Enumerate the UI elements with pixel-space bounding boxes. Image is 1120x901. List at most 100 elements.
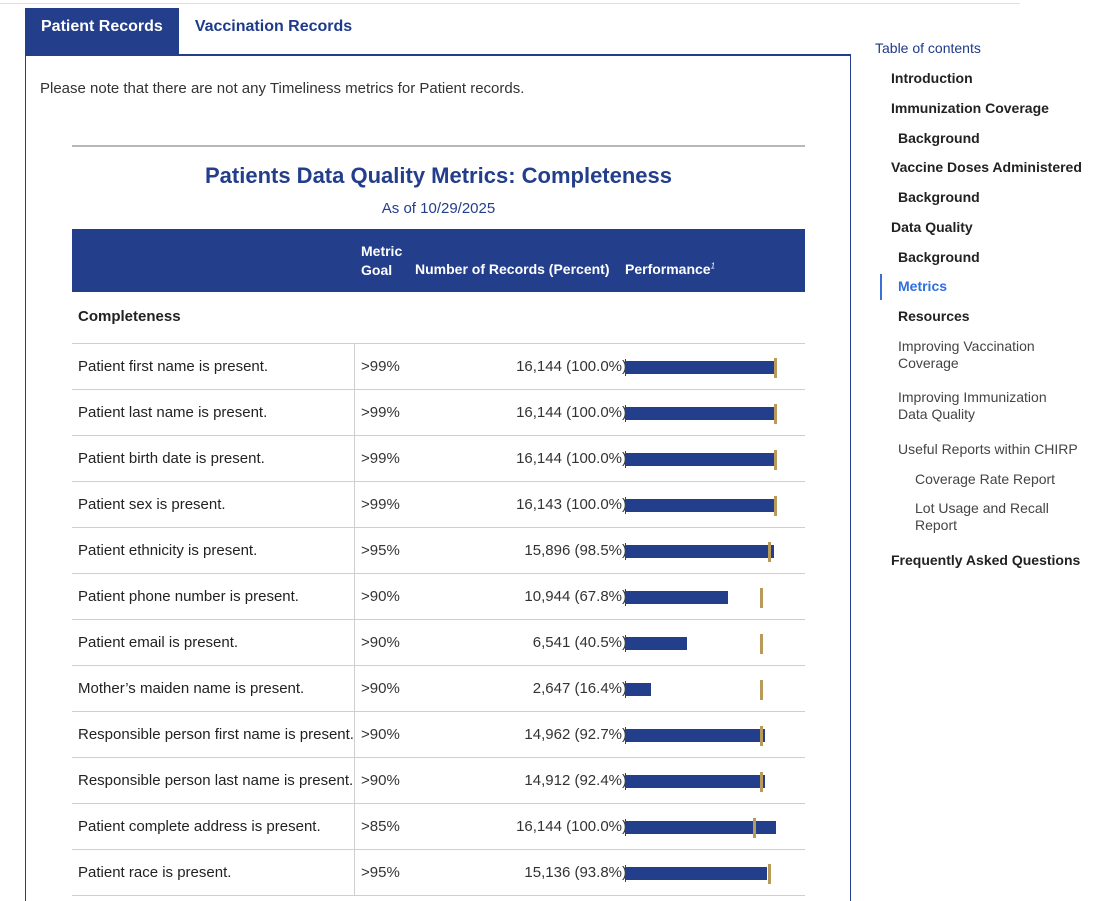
record-count: 14,912 (92.4%) bbox=[524, 772, 627, 789]
records-tabs: Patient Records Vaccination Records bbox=[25, 8, 369, 54]
table-row: Patient race is present. >95% 15,136 (93.8… bbox=[72, 850, 805, 896]
toc-item-background[interactable]: Background bbox=[898, 189, 980, 206]
performance-cell bbox=[625, 344, 795, 390]
goal-marker bbox=[773, 496, 777, 516]
goal-marker bbox=[773, 450, 777, 470]
table-row: Patient birth date is present. >99% 16,144… bbox=[72, 436, 805, 482]
record-count: 15,136 (93.8%) bbox=[524, 864, 627, 881]
metric-goal: >95% bbox=[361, 542, 400, 559]
table-row: Patient phone number is present. >90% 10,9… bbox=[72, 574, 805, 620]
metric-label: Responsible person first name is present… bbox=[72, 712, 355, 758]
performance-cell bbox=[625, 850, 795, 896]
table-row: Patient complete address is present. >85%… bbox=[72, 804, 805, 850]
performance-cell bbox=[625, 758, 795, 804]
toc-item-background[interactable]: Background bbox=[898, 249, 980, 266]
metric-label: Patient race is present. bbox=[72, 850, 355, 896]
toc-item-useful-reports-within-chirp[interactable]: Useful Reports within CHIRP bbox=[898, 441, 1078, 458]
metric-label: Patient last name is present. bbox=[72, 390, 355, 436]
table-body: Patient first name is present. >99% 16,144… bbox=[72, 344, 805, 896]
metric-label: Patient sex is present. bbox=[72, 482, 355, 528]
toc-item-improving-immunization-data-quality[interactable]: Improving Immunization Data Quality bbox=[898, 389, 1058, 423]
table-title: Patients Data Quality Metrics: Completen… bbox=[204, 163, 673, 188]
table-row: Responsible person first name is present… bbox=[72, 712, 805, 758]
table-row: Mother’s maiden name is present. >90% 2,64… bbox=[72, 666, 805, 712]
table-row: Patient sex is present. >99% 16,143 (100.0… bbox=[72, 482, 805, 528]
performance-bar bbox=[626, 499, 776, 512]
record-count: 16,144 (100.0%) bbox=[516, 404, 627, 421]
toc-item-vaccine-doses-administered[interactable]: Vaccine Doses Administered bbox=[891, 159, 1082, 176]
section-completeness: Completeness bbox=[72, 292, 805, 344]
record-count: 16,144 (100.0%) bbox=[516, 818, 627, 835]
toc-item-resources[interactable]: Resources bbox=[898, 308, 970, 325]
table-top-rule bbox=[72, 145, 805, 147]
toc-item-improving-vaccination-coverage[interactable]: Improving Vaccination Coverage bbox=[898, 338, 1058, 372]
goal-marker bbox=[767, 542, 771, 562]
header-performance-label: Performance bbox=[625, 261, 711, 277]
metric-goal: >99% bbox=[361, 358, 400, 375]
performance-bar bbox=[626, 775, 765, 788]
metric-goal: >85% bbox=[361, 818, 400, 835]
performance-cell bbox=[625, 574, 795, 620]
metric-goal: >90% bbox=[361, 588, 400, 605]
toc-item-coverage-rate-report[interactable]: Coverage Rate Report bbox=[915, 471, 1055, 488]
performance-bar bbox=[626, 729, 766, 742]
table-subtitle: As of 10/29/2025 bbox=[381, 200, 496, 217]
toc-title: Table of contents bbox=[875, 40, 981, 56]
metric-goal: >95% bbox=[361, 864, 400, 881]
metrics-table: Patients Data Quality Metrics: Completen… bbox=[72, 145, 805, 896]
metric-label: Patient first name is present. bbox=[72, 344, 355, 390]
tab-patient-records[interactable]: Patient Records bbox=[25, 8, 179, 54]
toc-item-metrics[interactable]: Metrics bbox=[898, 278, 947, 295]
performance-bar bbox=[626, 637, 687, 650]
performance-bar bbox=[626, 453, 776, 466]
header-metric-goal-line2: Goal bbox=[361, 262, 393, 278]
toc-item-lot-usage-and-recall-report[interactable]: Lot Usage and Recall Report bbox=[915, 500, 1055, 534]
record-count: 14,962 (92.7%) bbox=[524, 726, 627, 743]
goal-marker bbox=[773, 404, 777, 424]
performance-bar bbox=[626, 361, 776, 374]
toc-item-introduction[interactable]: Introduction bbox=[891, 70, 973, 87]
goal-marker bbox=[767, 864, 771, 884]
goal-marker bbox=[760, 634, 763, 654]
header-metric-goal-line1: Metric bbox=[361, 243, 403, 259]
goal-marker bbox=[760, 772, 763, 792]
performance-cell bbox=[625, 482, 795, 528]
metric-goal: >99% bbox=[361, 404, 400, 421]
performance-cell bbox=[625, 712, 795, 758]
performance-bar bbox=[626, 591, 728, 604]
metric-goal: >99% bbox=[361, 496, 400, 513]
record-count: 16,144 (100.0%) bbox=[516, 450, 627, 467]
metric-goal: >90% bbox=[361, 634, 400, 651]
metric-label: Patient phone number is present. bbox=[72, 574, 355, 620]
table-row: Responsible person last name is present.… bbox=[72, 758, 805, 804]
goal-marker bbox=[773, 358, 777, 378]
goal-marker bbox=[760, 680, 763, 700]
tab-vaccination-records[interactable]: Vaccination Records bbox=[178, 8, 369, 54]
toc-item-immunization-coverage[interactable]: Immunization Coverage bbox=[891, 100, 1049, 117]
record-count: 16,144 (100.0%) bbox=[516, 358, 627, 375]
metric-label: Patient complete address is present. bbox=[72, 804, 355, 850]
performance-footnote[interactable]: 1 bbox=[711, 261, 715, 270]
table-row: Patient last name is present. >99% 16,144 … bbox=[72, 390, 805, 436]
metric-goal: >90% bbox=[361, 726, 400, 743]
record-count: 16,143 (100.0%) bbox=[516, 496, 627, 513]
header-metric-goal: Metric Goal bbox=[361, 242, 402, 280]
metric-label: Patient ethnicity is present. bbox=[72, 528, 355, 574]
performance-cell bbox=[625, 666, 795, 712]
table-row: Patient first name is present. >99% 16,144… bbox=[72, 344, 805, 390]
goal-marker bbox=[760, 588, 763, 608]
header-number-of-records: Number of Records (Percent) bbox=[415, 261, 610, 277]
goal-marker bbox=[760, 726, 763, 746]
toc-item-background[interactable]: Background bbox=[898, 130, 980, 147]
performance-bar bbox=[626, 867, 767, 880]
metric-goal: >90% bbox=[361, 772, 400, 789]
performance-cell bbox=[625, 804, 795, 850]
performance-cell bbox=[625, 390, 795, 436]
toc-item-frequently-asked-questions[interactable]: Frequently Asked Questions bbox=[891, 552, 1080, 569]
performance-bar bbox=[626, 545, 774, 558]
goal-marker bbox=[752, 818, 756, 838]
top-divider bbox=[0, 0, 1020, 4]
record-count: 10,944 (67.8%) bbox=[524, 588, 627, 605]
toc-item-data-quality[interactable]: Data Quality bbox=[891, 219, 973, 236]
metric-label: Patient birth date is present. bbox=[72, 436, 355, 482]
